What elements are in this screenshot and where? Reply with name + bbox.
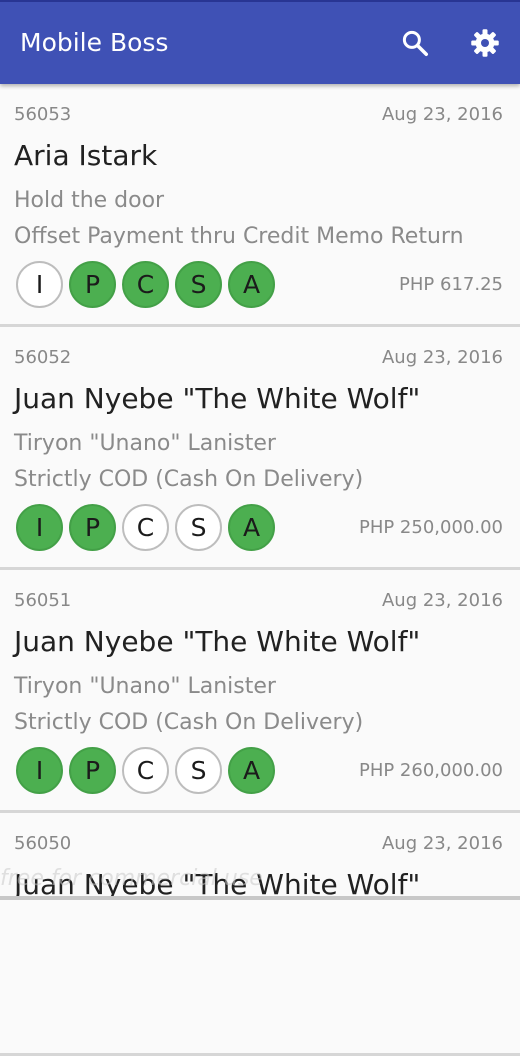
status-badge-c: C [122,261,169,308]
status-badge-i: I [16,261,63,308]
customer-name: Juan Nyebe "The White Wolf" [14,625,421,658]
search-button[interactable] [400,28,430,58]
order-card[interactable]: 56050 Aug 23, 2016 Juan Nyebe "The White… [0,813,520,1056]
customer-name: Juan Nyebe "The White Wolf" [14,382,421,415]
status-badge-s: S [175,504,222,551]
status-badge-s: S [175,747,222,794]
watermark-text: free for commercial use [0,866,263,891]
order-amount: PHP 260,000.00 [358,760,503,781]
settings-button[interactable] [470,28,500,58]
status-badges: IPCSA [16,747,275,794]
order-date: Aug 23, 2016 [381,104,503,125]
status-badges: IPCSA [16,504,275,551]
order-number: 56053 [14,104,72,125]
order-number: 56052 [14,347,72,368]
search-icon [402,30,428,56]
status-badge-p: P [69,747,116,794]
contact-name: Tiryon "Unano" Lanister [14,431,276,456]
status-badge-c: C [122,504,169,551]
status-badge-i: I [16,504,63,551]
order-remark: Hold the door [14,188,165,213]
status-badge-p: P [69,261,116,308]
order-card[interactable]: 56052 Aug 23, 2016 Juan Nyebe "The White… [0,327,520,570]
order-amount: PHP 250,000.00 [358,517,503,538]
payment-terms: Strictly COD (Cash On Delivery) [14,467,364,492]
order-number: 56050 [14,833,72,854]
payment-terms: Strictly COD (Cash On Delivery) [14,710,364,735]
order-date: Aug 23, 2016 [381,347,503,368]
app-title: Mobile Boss [20,28,169,57]
gear-icon [471,29,499,57]
payment-terms: Offset Payment thru Credit Memo Return [14,224,464,249]
order-card[interactable]: 56053 Aug 23, 2016 Aria Istark Hold the … [0,84,520,327]
order-date: Aug 23, 2016 [381,833,503,854]
status-badges: IPCSA [16,261,275,308]
order-number: 56051 [14,590,72,611]
order-date: Aug 23, 2016 [381,590,503,611]
app-bar: Mobile Boss [0,0,520,84]
bottom-edge [0,896,520,900]
status-badge-i: I [16,747,63,794]
status-badge-a: A [228,261,275,308]
status-badge-c: C [122,747,169,794]
order-card[interactable]: 56051 Aug 23, 2016 Juan Nyebe "The White… [0,570,520,813]
order-list: 56053 Aug 23, 2016 Aria Istark Hold the … [0,84,520,1056]
status-badge-a: A [228,747,275,794]
customer-name: Aria Istark [14,139,158,172]
order-amount: PHP 617.25 [399,274,503,295]
status-badge-s: S [175,261,222,308]
status-badge-p: P [69,504,116,551]
status-badge-a: A [228,504,275,551]
contact-name: Tiryon "Unano" Lanister [14,674,276,699]
